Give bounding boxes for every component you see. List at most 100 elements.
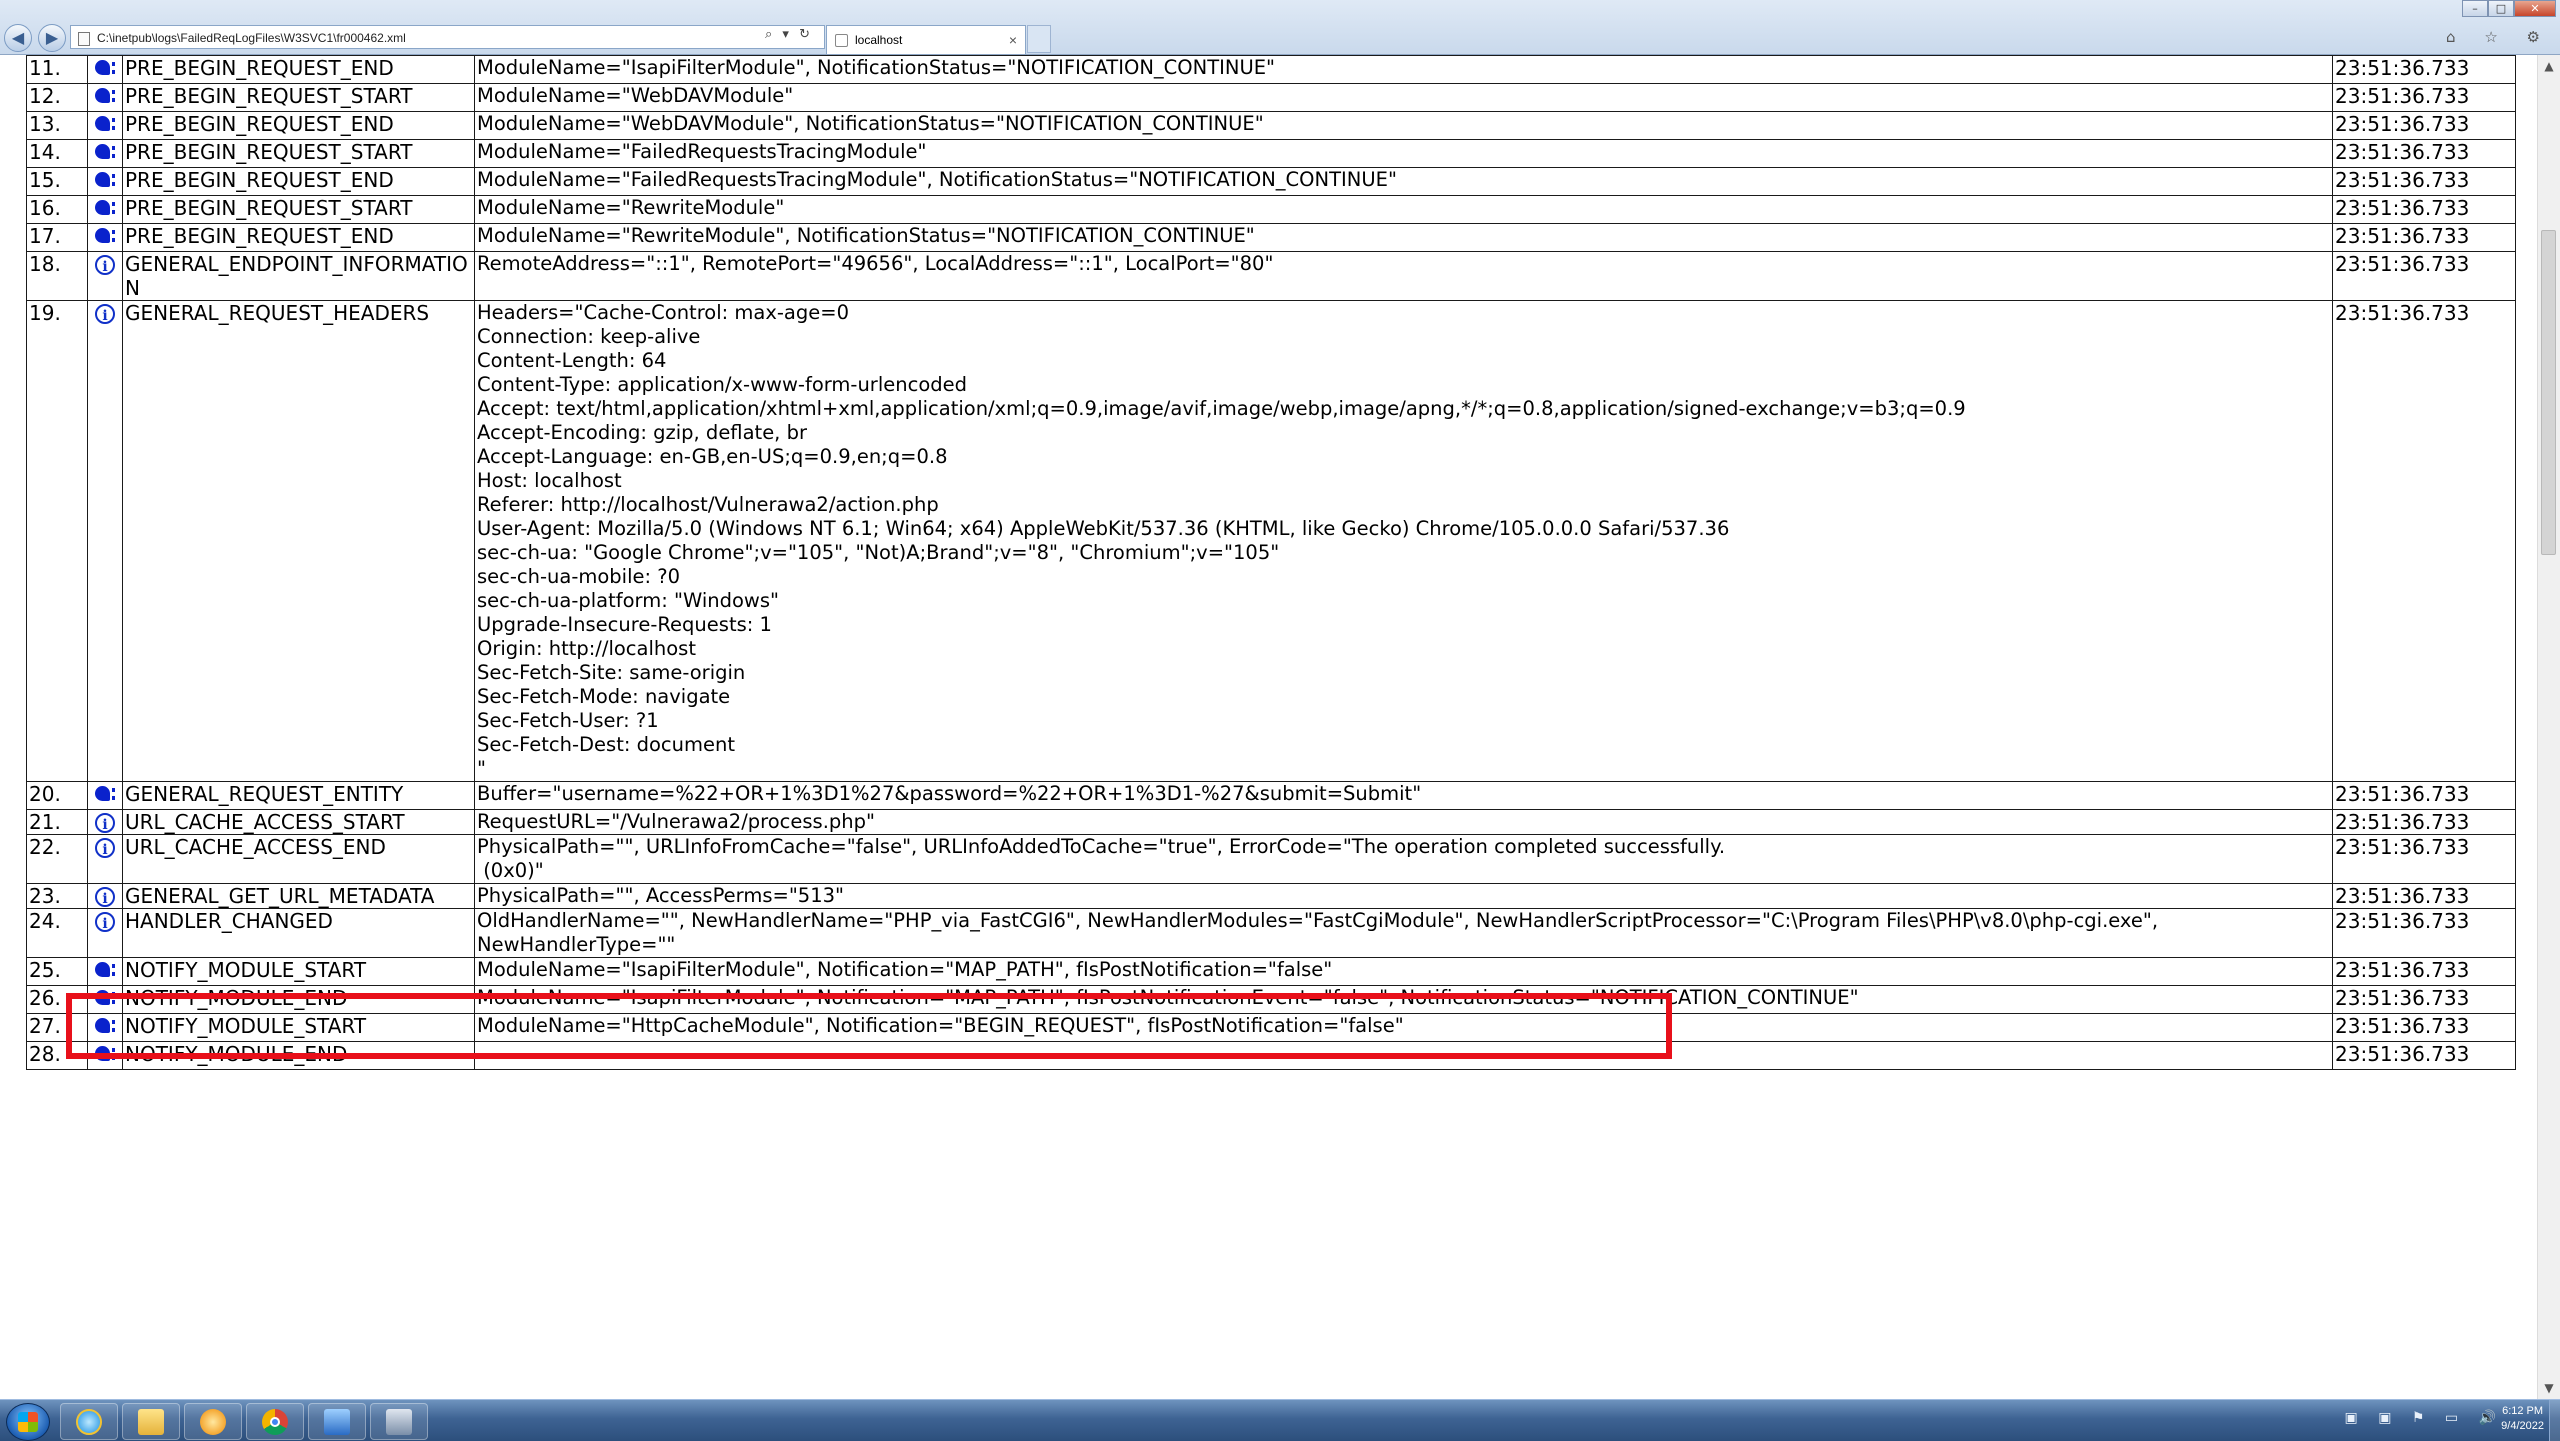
notification-icon	[95, 88, 115, 106]
row-icon-cell: i	[87, 251, 123, 301]
row-number: 14.	[26, 139, 88, 168]
row-icon-cell	[87, 83, 123, 112]
folder-icon	[138, 1408, 164, 1435]
tab-title: localhost	[855, 33, 903, 47]
tab-close-icon[interactable]: ×	[1009, 26, 1017, 54]
row-icon-cell	[87, 781, 123, 810]
tab-localhost[interactable]: localhost ×	[826, 25, 1026, 54]
event-detail: ModuleName="WebDAVModule", NotificationS…	[474, 111, 2333, 140]
address-bar[interactable]: C:\inetpub\logs\FailedReqLogFiles\W3SVC1…	[70, 25, 825, 49]
event-detail: Buffer="username=%22+OR+1%3D1%27&passwor…	[474, 781, 2333, 810]
event-name: PRE_BEGIN_REQUEST_END	[122, 167, 475, 196]
event-detail: RequestURL="/Vulnerawa2/process.php"	[474, 809, 2333, 835]
event-detail: ModuleName="RewriteModule", Notification…	[474, 223, 2333, 252]
row-number: 25.	[26, 957, 88, 986]
vertical-scrollbar[interactable]: ▲ ▼	[2537, 55, 2560, 1399]
event-name: PRE_BEGIN_REQUEST_START	[122, 83, 475, 112]
event-time: 23:51:36.733	[2332, 957, 2516, 986]
event-time: 23:51:36.733	[2332, 908, 2516, 958]
browser-chrome: ◀ ▶ C:\inetpub\logs\FailedReqLogFiles\W3…	[0, 0, 2560, 55]
log-row: 16. PRE_BEGIN_REQUEST_START ModuleName="Re…	[26, 195, 2516, 224]
row-number: 19.	[26, 300, 88, 782]
page-icon	[835, 34, 848, 47]
row-number: 21.	[26, 809, 88, 835]
powershell-icon	[324, 1408, 350, 1435]
start-button[interactable]	[6, 1403, 50, 1441]
log-row: 17. PRE_BEGIN_REQUEST_END ModuleName="Rewr…	[26, 223, 2516, 252]
event-time: 23:51:36.733	[2332, 834, 2516, 884]
info-icon: i	[95, 255, 115, 275]
scrollbar-thumb[interactable]	[2541, 230, 2556, 555]
back-button[interactable]: ◀	[4, 24, 32, 52]
notification-icon	[95, 60, 115, 78]
scroll-down-arrow-icon[interactable]: ▼	[2538, 1377, 2560, 1399]
row-number: 23.	[26, 883, 88, 909]
log-row: 24. i HANDLER_CHANGED OldHandlerName="", Ne…	[26, 908, 2516, 958]
event-name: PRE_BEGIN_REQUEST_END	[122, 223, 475, 252]
log-row: 25. NOTIFY_MODULE_START ModuleName="IsapiF…	[26, 957, 2516, 986]
network-icon	[386, 1408, 412, 1435]
row-number: 12.	[26, 83, 88, 112]
row-icon-cell: i	[87, 908, 123, 958]
show-desktop-button[interactable]	[2549, 1400, 2560, 1441]
event-time: 23:51:36.733	[2332, 195, 2516, 224]
event-detail: Headers="Cache-Control: max-age=0 Connec…	[474, 300, 2333, 782]
row-number: 15.	[26, 167, 88, 196]
row-icon-cell	[87, 139, 123, 168]
event-name: URL_CACHE_ACCESS_START	[122, 809, 475, 835]
taskbar: ▣ ▣ ⚑ ▭ 🔊 6:12 PM 9/4/2022	[0, 1399, 2560, 1441]
taskbar-ie[interactable]	[60, 1403, 118, 1440]
row-icon-cell: i	[87, 300, 123, 782]
row-icon-cell	[87, 957, 123, 986]
row-number: 18.	[26, 251, 88, 301]
log-row: 23. i GENERAL_GET_URL_METADATA PhysicalPath…	[26, 883, 2516, 909]
system-tray[interactable]: ▣ ▣ ⚑ ▭ 🔊	[2345, 1410, 2504, 1426]
taskbar-network[interactable]	[370, 1403, 428, 1440]
minimize-button[interactable]: –	[2462, 0, 2488, 17]
taskbar-chrome[interactable]	[246, 1403, 304, 1440]
taskbar-explorer[interactable]	[122, 1403, 180, 1440]
taskbar-media-player[interactable]	[184, 1403, 242, 1440]
forward-button[interactable]: ▶	[38, 24, 66, 52]
info-icon: i	[95, 813, 115, 833]
scroll-up-arrow-icon[interactable]: ▲	[2538, 55, 2560, 77]
taskbar-clock[interactable]: 6:12 PM 9/4/2022	[2501, 1404, 2544, 1434]
event-time: 23:51:36.733	[2332, 111, 2516, 140]
row-number: 11.	[26, 55, 88, 84]
address-tools[interactable]: ⌕ ▾ ↻	[765, 27, 813, 42]
row-icon-cell	[87, 55, 123, 84]
event-time: 23:51:36.733	[2332, 883, 2516, 909]
windows-logo-icon	[18, 1412, 38, 1432]
event-name: GENERAL_REQUEST_HEADERS	[122, 300, 475, 782]
close-window-button[interactable]: ✕	[2514, 0, 2556, 17]
info-icon: i	[95, 838, 115, 858]
event-detail: PhysicalPath="", URLInfoFromCache="false…	[474, 834, 2333, 884]
row-icon-cell: i	[87, 883, 123, 909]
log-row: 11. PRE_BEGIN_REQUEST_END ModuleName="Isap…	[26, 55, 2516, 84]
event-name: PRE_BEGIN_REQUEST_START	[122, 139, 475, 168]
taskbar-powershell[interactable]	[308, 1403, 366, 1440]
event-name: URL_CACHE_ACCESS_END	[122, 834, 475, 884]
log-row: 19. i GENERAL_REQUEST_HEADERS Headers="Cach…	[26, 300, 2516, 782]
notification-icon	[95, 172, 115, 190]
row-number: 24.	[26, 908, 88, 958]
event-detail: ModuleName="IsapiFilterModule", Notifica…	[474, 55, 2333, 84]
event-detail: ModuleName="FailedRequestsTracingModule"…	[474, 167, 2333, 196]
log-row: 15. PRE_BEGIN_REQUEST_END ModuleName="Fail…	[26, 167, 2516, 196]
chrome-icon	[262, 1408, 288, 1435]
event-time: 23:51:36.733	[2332, 251, 2516, 301]
maximize-button[interactable]: □	[2488, 0, 2514, 17]
row-number: 22.	[26, 834, 88, 884]
event-time: 23:51:36.733	[2332, 1041, 2516, 1070]
home-favorites-tools-icons[interactable]: ⌂ ☆ ⚙	[2446, 28, 2552, 46]
notification-icon	[95, 962, 115, 980]
event-time: 23:51:36.733	[2332, 1013, 2516, 1042]
notification-icon	[95, 116, 115, 134]
row-number: 13.	[26, 111, 88, 140]
row-number: 20.	[26, 781, 88, 810]
new-tab-button[interactable]	[1027, 25, 1051, 53]
event-name: GENERAL_ENDPOINT_INFORMATION	[122, 251, 475, 301]
row-icon-cell	[87, 167, 123, 196]
address-text: C:\inetpub\logs\FailedReqLogFiles\W3SVC1…	[97, 31, 406, 45]
row-icon-cell: i	[87, 809, 123, 835]
